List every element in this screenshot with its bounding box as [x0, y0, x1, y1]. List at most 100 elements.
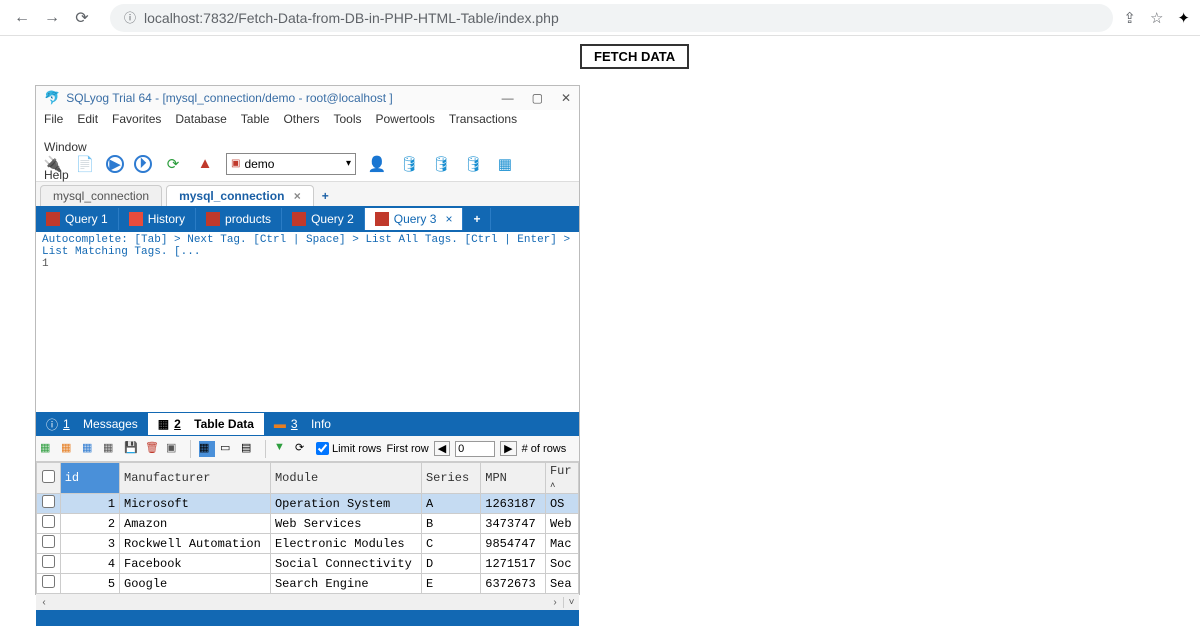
scroll-up-icon[interactable]: ˄ [550, 481, 555, 491]
close-tab-icon[interactable]: × [445, 212, 452, 226]
menu-file[interactable]: File [44, 112, 63, 126]
cell-series[interactable]: E [421, 574, 480, 594]
menu-others[interactable]: Others [283, 112, 319, 126]
database-selector[interactable]: ▣ demo [226, 153, 356, 175]
minimize-button[interactable]: — [502, 91, 514, 105]
cell-mpn[interactable]: 6372673 [481, 574, 546, 594]
copy-icon[interactable]: ▦ [82, 441, 98, 457]
menu-tools[interactable]: Tools [333, 112, 361, 126]
db-export-icon[interactable]: 🛢 [462, 153, 484, 175]
cell-module[interactable]: Operation System [270, 494, 421, 514]
window-titlebar[interactable]: 🐬 SQLyog Trial 64 - [mysql_connection/de… [36, 86, 579, 110]
refresh-icon[interactable]: ⟳ [162, 153, 184, 175]
cell-manufacturer[interactable]: Rockwell Automation [120, 534, 271, 554]
tab-query3[interactable]: Query 3× [365, 208, 464, 230]
cell-mpn[interactable]: 1271517 [481, 554, 546, 574]
tab-info[interactable]: ▬ 3 Info [264, 413, 341, 435]
cell-series[interactable]: C [421, 534, 480, 554]
conn-tab-inactive[interactable]: mysql_connection [40, 185, 162, 206]
next-page-button[interactable]: ▶ [500, 441, 516, 456]
prev-page-button[interactable]: ◀ [434, 441, 450, 456]
close-button[interactable]: ✕ [561, 91, 571, 105]
tab-messages[interactable]: ⓘ 1 Messages [36, 412, 148, 437]
limit-rows-checkbox[interactable]: Limit rows [316, 442, 382, 455]
cell-manufacturer[interactable]: Microsoft [120, 494, 271, 514]
execute-all-icon[interactable]: ⏵ [134, 155, 152, 173]
menu-powertools[interactable]: Powertools [375, 112, 434, 126]
col-mpn[interactable]: MPN [481, 463, 546, 494]
conn-tab-active[interactable]: mysql_connection × [166, 185, 314, 206]
delete-icon[interactable]: 🗑 [145, 441, 161, 457]
cell-fur[interactable]: Web [545, 514, 578, 534]
add-conn-tab[interactable]: + [314, 186, 337, 206]
table-row[interactable]: 5GoogleSearch EngineE6372673Sea [37, 574, 579, 594]
menu-edit[interactable]: Edit [77, 112, 98, 126]
cell-fur[interactable]: Mac [545, 534, 578, 554]
filter-icon[interactable]: ▼ [274, 441, 290, 457]
result-grid[interactable]: id Manufacturer Module Series MPN Fur ˄ … [36, 462, 579, 594]
cell-id[interactable]: 3 [60, 534, 119, 554]
view-text-icon[interactable]: ▤ [241, 441, 257, 457]
db-add-icon[interactable]: 🛢 [398, 153, 420, 175]
row-checkbox[interactable] [42, 515, 55, 528]
cell-fur[interactable]: Sea [545, 574, 578, 594]
cell-module[interactable]: Web Services [270, 514, 421, 534]
db-sync-icon[interactable]: 🛢 [430, 153, 452, 175]
select-all-checkbox[interactable] [42, 470, 55, 483]
cell-id[interactable]: 4 [60, 554, 119, 574]
row-checkbox[interactable] [42, 495, 55, 508]
cell-series[interactable]: B [421, 514, 480, 534]
cell-manufacturer[interactable]: Amazon [120, 514, 271, 534]
back-button[interactable]: ← [10, 6, 34, 30]
table-row[interactable]: 1MicrosoftOperation SystemA1263187OS [37, 494, 579, 514]
add-query-tab[interactable]: + [463, 208, 491, 230]
user-icon[interactable]: 👤 [366, 153, 388, 175]
col-manufacturer[interactable]: Manufacturer [120, 463, 271, 494]
new-query-icon[interactable]: 📄 [74, 153, 96, 175]
bookmark-icon[interactable]: ☆ [1150, 9, 1163, 27]
cell-manufacturer[interactable]: Facebook [120, 554, 271, 574]
view-form-icon[interactable]: ▭ [220, 441, 236, 457]
cell-id[interactable]: 2 [60, 514, 119, 534]
cell-series[interactable]: A [421, 494, 480, 514]
cell-module[interactable]: Social Connectivity [270, 554, 421, 574]
cell-fur[interactable]: Soc [545, 554, 578, 574]
view-grid-icon[interactable]: ▦ [199, 441, 215, 457]
edit-icon[interactable]: ▦ [103, 441, 119, 457]
sql-editor[interactable]: Autocomplete: [Tab] > Next Tag. [Ctrl | … [36, 232, 579, 412]
row-checkbox[interactable] [42, 555, 55, 568]
tab-history[interactable]: History [119, 208, 196, 230]
horizontal-scrollbar[interactable]: ‹ › ˅ [36, 594, 579, 610]
cell-series[interactable]: D [421, 554, 480, 574]
cell-mpn[interactable]: 9854747 [481, 534, 546, 554]
export2-icon[interactable]: ▦ [61, 441, 77, 457]
col-fur[interactable]: Fur ˄ [545, 463, 578, 494]
menu-favorites[interactable]: Favorites [112, 112, 161, 126]
row-checkbox[interactable] [42, 575, 55, 588]
cell-id[interactable]: 5 [60, 574, 119, 594]
row-icon[interactable]: ▣ [166, 441, 182, 457]
col-id[interactable]: id [60, 463, 119, 494]
cell-mpn[interactable]: 3473747 [481, 514, 546, 534]
refresh-icon[interactable]: ⟳ [295, 441, 311, 457]
reload-button[interactable]: ⟳ [70, 6, 94, 30]
close-tab-icon[interactable]: × [294, 189, 301, 203]
fetch-data-button[interactable]: FETCH DATA [580, 44, 689, 69]
connect-icon[interactable]: 🔌 [42, 153, 64, 175]
cell-module[interactable]: Electronic Modules [270, 534, 421, 554]
tab-query1[interactable]: Query 1 [36, 208, 119, 230]
extensions-icon[interactable]: ✦ [1177, 9, 1190, 27]
forward-button[interactable]: → [40, 6, 64, 30]
cell-manufacturer[interactable]: Google [120, 574, 271, 594]
col-series[interactable]: Series [421, 463, 480, 494]
menu-transactions[interactable]: Transactions [449, 112, 517, 126]
table-row[interactable]: 3Rockwell AutomationElectronic ModulesC9… [37, 534, 579, 554]
menu-database[interactable]: Database [175, 112, 226, 126]
row-offset-input[interactable] [455, 441, 495, 457]
tab-query2[interactable]: Query 2 [282, 208, 365, 230]
menu-table[interactable]: Table [241, 112, 270, 126]
schema-icon[interactable]: ▲ [194, 153, 216, 175]
table-row[interactable]: 2AmazonWeb ServicesB3473747Web [37, 514, 579, 534]
cell-mpn[interactable]: 1263187 [481, 494, 546, 514]
row-checkbox[interactable] [42, 535, 55, 548]
